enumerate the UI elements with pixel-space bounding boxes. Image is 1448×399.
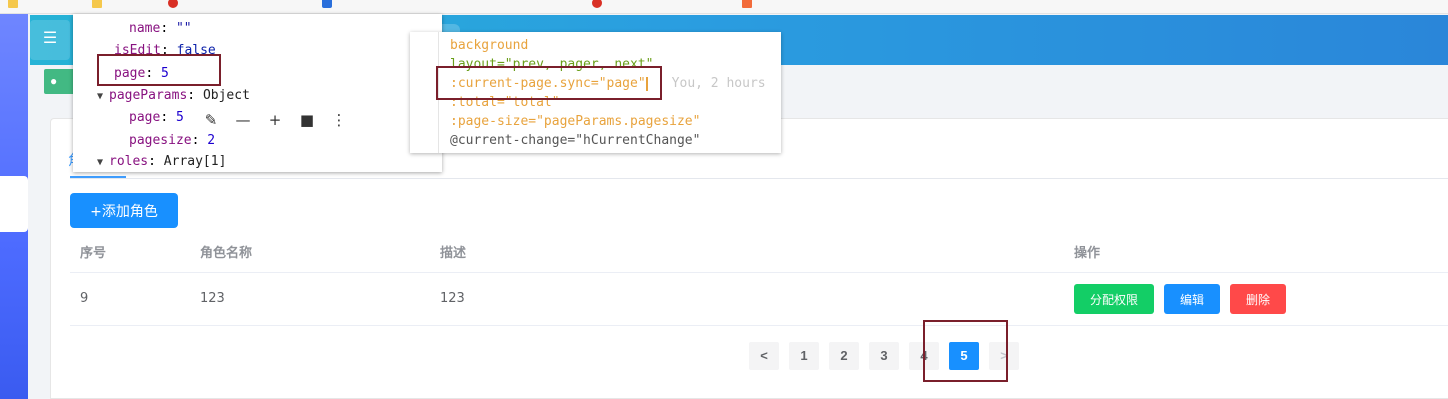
annotation-box-current-page [436,66,662,100]
trash-icon[interactable]: ■ [291,110,323,130]
column-header-role-name: 角色名称 [200,246,253,261]
bookmark-orange-icon[interactable] [742,0,756,9]
bookmark-folder-icon[interactable] [8,0,22,9]
bookmark-arrow-icon[interactable] [322,0,336,9]
active-tab-indicator [70,176,126,178]
table-row-divider [70,325,1448,326]
edit-button[interactable]: 编辑 [1164,284,1220,314]
cell-description: 123 [440,291,465,306]
pagination-page-1[interactable]: 1 [789,342,819,370]
devtools-row-pageparams[interactable]: ▼ pageParams: Object [97,85,250,107]
minus-icon[interactable]: — [227,110,259,130]
cell-role-name: 123 [200,291,225,306]
more-vertical-icon[interactable]: ⋮ [323,110,355,130]
column-header-actions: 操作 [1074,246,1101,261]
bookmark-red-icon[interactable] [168,0,182,9]
devtools-row-pagesize[interactable]: pagesize: 2 [129,130,215,152]
caret-down-icon[interactable]: ▼ [97,86,109,108]
column-header-index: 序号 [80,246,107,261]
hamburger-icon: ☰ [42,30,58,47]
bookmark-red-icon[interactable] [592,0,606,9]
code-line-current-change: @current-change="hCurrentChange" [450,133,701,148]
screenshot-stage: ☰ ● 角 +添加角色 序号 角色名称 描述 操作 9 123 123 分配权限… [0,0,1448,399]
tabs-divider [70,178,1448,179]
delete-button[interactable]: 删除 [1230,284,1286,314]
devtools-edit-toolbar: ✎ — + ■ ⋮ [195,110,355,130]
column-header-description: 描述 [440,246,467,261]
add-role-button[interactable]: +添加角色 [70,193,178,228]
devtools-row-roles[interactable]: ▼ roles: Array[1] [97,151,226,173]
browser-bookmarks-bar [0,0,1448,14]
annotation-box-page [97,54,221,86]
devtools-row-pageparams-page[interactable]: page: 5 [129,107,184,129]
table-header-divider [70,272,1448,273]
code-line-background: background [450,38,529,53]
annotation-box-pagination [923,320,1008,382]
sidebar-card [0,176,28,232]
caret-down-icon[interactable]: ▼ [97,152,109,174]
bookmark-folder-icon[interactable] [92,0,106,9]
pagination-page-3[interactable]: 3 [869,342,899,370]
devtools-state-panel: name: "" isEdit: false page: 5 ▼ pagePara… [73,14,442,172]
dot-icon: ● [50,74,58,88]
cell-index: 9 [80,291,89,306]
devtools-row-name[interactable]: name: "" [129,18,192,40]
pencil-icon[interactable]: ✎ [195,110,227,130]
assign-permissions-button[interactable]: 分配权限 [1074,284,1154,314]
chevron-left-icon: < [760,348,768,363]
pagination-page-2[interactable]: 2 [829,342,859,370]
code-line-page-size: :page-size="pageParams.pagesize" [450,114,701,129]
menu-toggle-button[interactable]: ☰ [30,20,70,60]
pagination-prev-button[interactable]: < [749,342,779,370]
plus-icon[interactable]: + [259,110,291,130]
